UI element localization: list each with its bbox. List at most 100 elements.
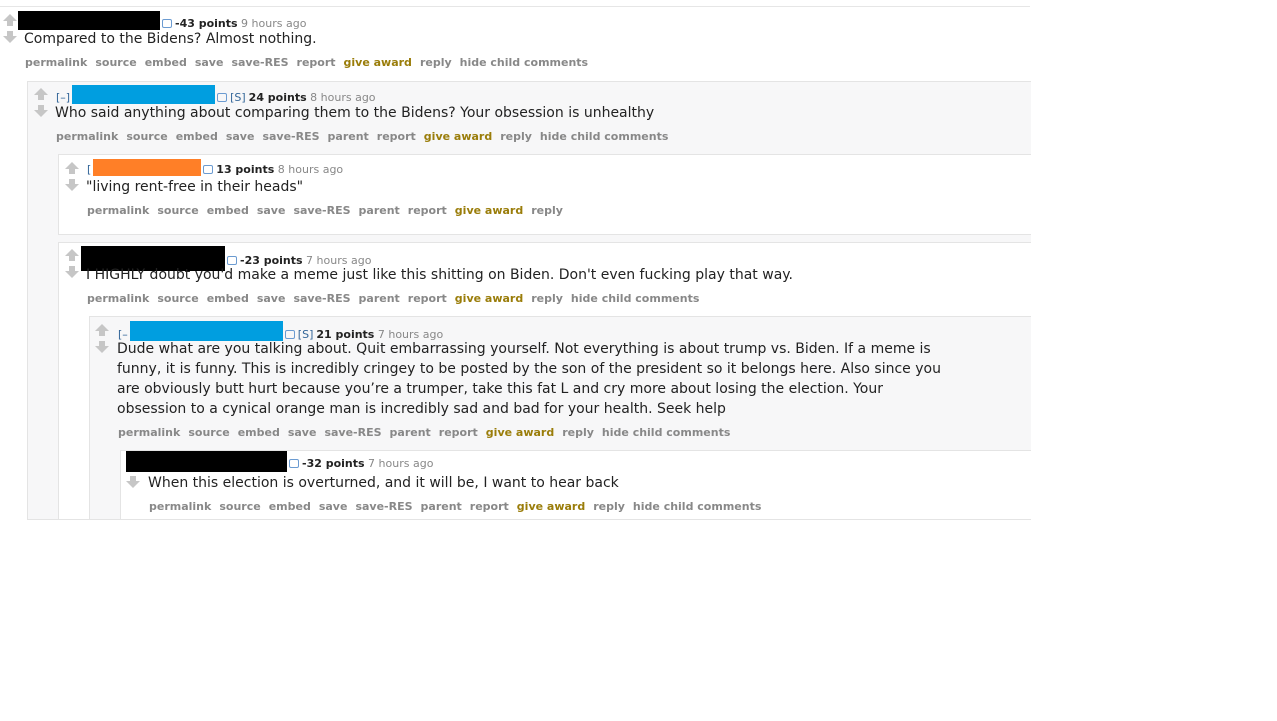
collapse-toggle[interactable]: [ <box>87 163 91 176</box>
parent-button[interactable]: parent <box>359 292 400 305</box>
give-award-button[interactable]: give award <box>486 426 554 439</box>
parent-button[interactable]: parent <box>421 500 462 513</box>
reply-button[interactable]: reply <box>420 56 452 69</box>
hide-child-comments-button[interactable]: hide child comments <box>571 292 699 305</box>
save-button[interactable]: save <box>257 204 286 217</box>
downvote-arrow-icon[interactable] <box>3 31 17 43</box>
upvote-arrow-icon[interactable] <box>34 88 48 100</box>
source-button[interactable]: source <box>95 56 136 69</box>
give-award-button[interactable]: give award <box>455 204 523 217</box>
comment-body: Compared to the Bidens? Almost nothing. <box>24 31 317 47</box>
report-button[interactable]: report <box>377 130 416 143</box>
save-res-button[interactable]: save-RES <box>262 130 319 143</box>
save-res-button[interactable]: save-RES <box>293 292 350 305</box>
parent-button[interactable]: parent <box>390 426 431 439</box>
downvote-arrow-icon[interactable] <box>95 341 109 353</box>
source-button[interactable]: source <box>126 130 167 143</box>
downvote-arrow-icon[interactable] <box>65 266 79 278</box>
upvote-arrow-icon[interactable] <box>65 162 79 174</box>
downvote-arrow-icon[interactable] <box>126 476 140 488</box>
tagline: [13 points 8 hours ago <box>87 159 343 177</box>
redacted-author[interactable] <box>72 85 216 104</box>
redacted-author[interactable] <box>126 451 287 472</box>
embed-button[interactable]: embed <box>145 56 187 69</box>
redacted-author[interactable] <box>129 321 283 341</box>
permalink-button[interactable]: permalink <box>25 56 87 69</box>
hide-child-comments-button[interactable]: hide child comments <box>540 130 668 143</box>
reply-button[interactable]: reply <box>531 204 563 217</box>
save-button[interactable]: save <box>288 426 317 439</box>
embed-button[interactable]: embed <box>269 500 311 513</box>
report-button[interactable]: report <box>408 292 447 305</box>
source-button[interactable]: source <box>188 426 229 439</box>
permalink-button[interactable]: permalink <box>56 130 118 143</box>
give-award-button[interactable]: give award <box>344 56 412 69</box>
source-button[interactable]: source <box>219 500 260 513</box>
timestamp: 8 hours ago <box>277 163 344 176</box>
upvote-arrow-icon[interactable] <box>95 324 109 336</box>
upvote-arrow-icon[interactable] <box>3 14 17 26</box>
report-button[interactable]: report <box>470 500 509 513</box>
comment-buttons: permalink source embed save save-RES report gi… <box>25 56 596 70</box>
hide-child-comments-button[interactable]: hide child comments <box>633 500 761 513</box>
downvote-arrow-icon[interactable] <box>34 105 48 117</box>
comment-body: I HIGHLY doubt you'd make a meme just li… <box>86 267 794 283</box>
comment-buttons: permalink source embed save save-RES parent re… <box>118 426 738 440</box>
give-award-button[interactable]: give award <box>455 292 523 305</box>
tagline: -32 points 7 hours ago <box>126 451 433 472</box>
give-award-button[interactable]: give award <box>424 130 492 143</box>
user-tag-icon[interactable] <box>227 256 237 265</box>
permalink-button[interactable]: permalink <box>149 500 211 513</box>
embed-button[interactable]: embed <box>207 292 249 305</box>
downvote-arrow-icon[interactable] <box>65 179 79 191</box>
save-res-button[interactable]: save-RES <box>231 56 288 69</box>
embed-button[interactable]: embed <box>238 426 280 439</box>
redacted-author[interactable] <box>18 11 160 30</box>
parent-button[interactable]: parent <box>359 204 400 217</box>
save-res-button[interactable]: save-RES <box>324 426 381 439</box>
save-button[interactable]: save <box>319 500 348 513</box>
tagline: [–] [S] 24 points 8 hours ago <box>56 85 376 105</box>
embed-button[interactable]: embed <box>176 130 218 143</box>
divider <box>0 6 1030 7</box>
save-res-button[interactable]: save-RES <box>355 500 412 513</box>
save-button[interactable]: save <box>195 56 224 69</box>
user-tag-icon[interactable] <box>289 459 299 468</box>
score: 13 points <box>216 163 275 176</box>
report-button[interactable]: report <box>439 426 478 439</box>
source-button[interactable]: source <box>157 292 198 305</box>
embed-button[interactable]: embed <box>207 204 249 217</box>
comment-buttons: permalink source embed save save-RES parent re… <box>87 292 707 306</box>
save-button[interactable]: save <box>226 130 255 143</box>
reply-button[interactable]: reply <box>531 292 563 305</box>
reply-button[interactable]: reply <box>593 500 625 513</box>
user-tag-icon[interactable] <box>284 330 295 339</box>
give-award-button[interactable]: give award <box>517 500 585 513</box>
save-button[interactable]: save <box>257 292 286 305</box>
timestamp: 7 hours ago <box>368 457 434 470</box>
hide-child-comments-button[interactable]: hide child comments <box>460 56 588 69</box>
user-tag-icon[interactable] <box>203 165 214 174</box>
user-tag-icon[interactable] <box>162 19 172 28</box>
reply-button[interactable]: reply <box>562 426 594 439</box>
comment-body: "living rent-free in their heads" <box>86 179 304 195</box>
comment-body: Who said anything about comparing them t… <box>55 105 655 121</box>
user-tag-icon[interactable] <box>217 93 228 102</box>
save-res-button[interactable]: save-RES <box>293 204 350 217</box>
reply-button[interactable]: reply <box>500 130 532 143</box>
score: -32 points <box>302 457 365 470</box>
permalink-button[interactable]: permalink <box>118 426 180 439</box>
permalink-button[interactable]: permalink <box>87 292 149 305</box>
source-button[interactable]: source <box>157 204 198 217</box>
hide-child-comments-button[interactable]: hide child comments <box>602 426 730 439</box>
report-button[interactable]: report <box>297 56 336 69</box>
upvote-arrow-icon[interactable] <box>65 249 79 261</box>
report-button[interactable]: report <box>408 204 447 217</box>
parent-button[interactable]: parent <box>328 130 369 143</box>
comment-body: When this election is overturned, and it… <box>148 475 619 491</box>
comment-buttons: permalink source embed save save-RES parent re… <box>149 500 769 514</box>
comment-buttons: permalink source embed save save-RES parent re… <box>56 130 676 144</box>
comment-buttons: permalink source embed save save-RES parent re… <box>87 204 571 218</box>
redacted-author[interactable] <box>93 159 202 176</box>
permalink-button[interactable]: permalink <box>87 204 149 217</box>
